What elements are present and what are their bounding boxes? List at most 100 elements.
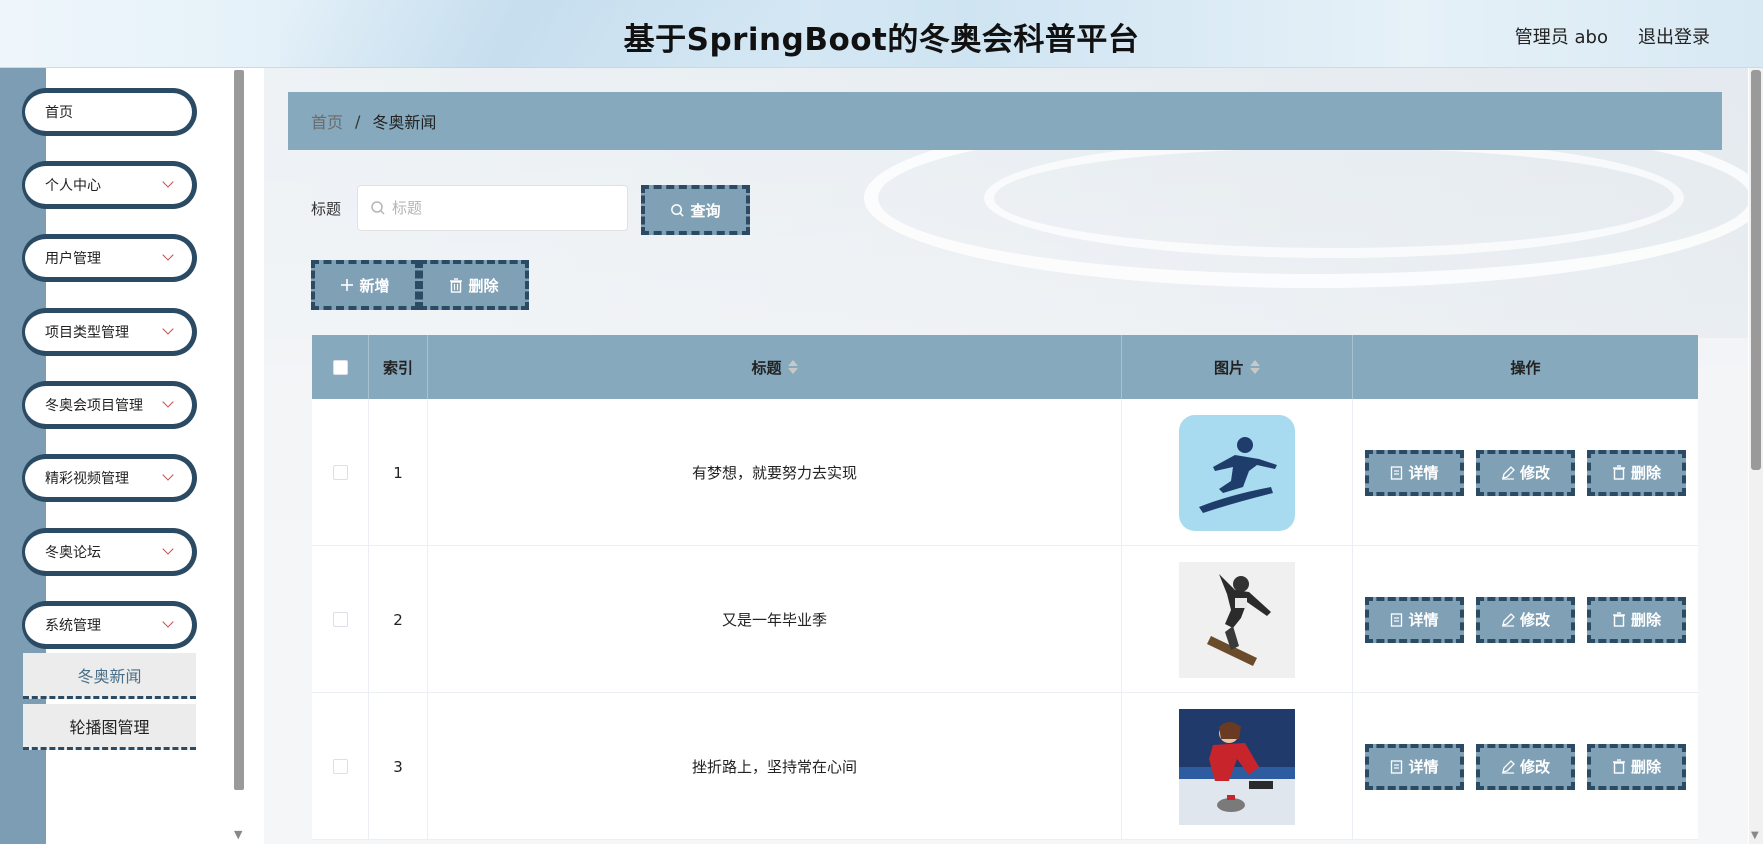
select-all-checkbox[interactable]	[332, 359, 348, 375]
snowboard-pictogram-image	[1179, 414, 1295, 531]
detail-label: 详情	[1408, 464, 1439, 482]
edit-button[interactable]: 修改	[1476, 743, 1575, 790]
breadcrumb-current: 冬奥新闻	[372, 113, 437, 132]
pencil-icon	[1501, 759, 1515, 774]
sort-icon[interactable]	[1250, 359, 1260, 375]
column-title[interactable]: 标题	[428, 335, 1122, 399]
breadcrumb: 首页 / 冬奥新闻	[288, 92, 1722, 150]
search-input[interactable]	[392, 199, 612, 217]
chevron-down-icon	[162, 323, 174, 335]
bulk-delete-button[interactable]: 删除	[419, 260, 529, 310]
row-select-cell	[312, 546, 369, 693]
row-index: 2	[369, 546, 428, 693]
plus-icon	[341, 279, 354, 291]
sidebar-item-system[interactable]: 系统管理	[22, 601, 197, 649]
sidebar-item-forum[interactable]: 冬奥论坛	[22, 528, 197, 576]
edit-label: 修改	[1519, 758, 1550, 776]
row-index: 3	[369, 693, 428, 840]
search-icon	[671, 203, 685, 217]
chevron-down-icon	[162, 616, 174, 628]
table-header: 索引 标题 图片 操作	[312, 335, 1698, 399]
sidebar-item-label: 项目类型管理	[45, 325, 129, 341]
column-image[interactable]: 图片	[1122, 335, 1353, 399]
row-image-cell	[1122, 546, 1353, 693]
sidebar-item-label: 首页	[45, 105, 73, 121]
search-field[interactable]	[357, 185, 628, 231]
search-icon	[371, 201, 385, 215]
search-button-label: 查询	[690, 201, 721, 220]
sidebar-item-olympic-project[interactable]: 冬奥会项目管理	[22, 381, 197, 429]
app-title: 基于SpringBoot的冬奥会科普平台	[623, 22, 1140, 58]
sidebar-scrollbar[interactable]	[234, 70, 244, 790]
row-image-cell	[1122, 693, 1353, 840]
table-row: 2 又是一年毕业季 详情 修改 删除	[312, 546, 1698, 693]
snowboarder-photo-image	[1179, 561, 1295, 678]
row-select-cell	[312, 693, 369, 840]
trash-icon	[450, 277, 463, 293]
top-header: 基于SpringBoot的冬奥会科普平台 管理员 abo 退出登录	[0, 0, 1763, 68]
column-index: 索引	[369, 335, 428, 399]
delete-button[interactable]: 删除	[1587, 449, 1686, 496]
column-select-all	[312, 335, 369, 399]
search-button[interactable]: 查询	[641, 185, 750, 235]
sidebar-item-label: 冬奥论坛	[45, 545, 101, 561]
column-actions: 操作	[1353, 335, 1698, 399]
document-icon	[1391, 612, 1403, 627]
row-checkbox[interactable]	[332, 759, 348, 774]
row-select-cell	[312, 399, 369, 546]
sidebar-item-video[interactable]: 精彩视频管理	[22, 454, 197, 502]
delete-label: 删除	[1630, 464, 1661, 482]
column-header-label: 索引	[382, 358, 413, 377]
detail-button[interactable]: 详情	[1365, 449, 1464, 496]
trash-icon	[1612, 759, 1625, 774]
chevron-down-icon	[162, 543, 174, 555]
sidebar-item-label: 个人中心	[45, 178, 101, 194]
trash-icon	[1612, 612, 1625, 627]
column-header-label: 操作	[1510, 358, 1541, 377]
sidebar-item-project-type[interactable]: 项目类型管理	[22, 308, 197, 356]
row-index: 1	[369, 399, 428, 546]
table-row: 3 挫折路上，坚持常在心间 详情 修改 删除	[312, 693, 1698, 840]
row-title: 又是一年毕业季	[428, 546, 1122, 693]
sidebar-item-home[interactable]: 首页	[22, 88, 197, 136]
delete-button[interactable]: 删除	[1587, 596, 1686, 643]
logout-button[interactable]: 退出登录	[1638, 23, 1710, 49]
submenu-item-carousel[interactable]: 轮播图管理	[23, 704, 196, 750]
pencil-icon	[1501, 612, 1515, 627]
add-button[interactable]: 新增	[311, 260, 419, 310]
add-button-label: 新增	[359, 276, 390, 295]
edit-button[interactable]: 修改	[1476, 596, 1575, 643]
row-checkbox[interactable]	[332, 465, 348, 480]
sidebar-item-label: 冬奥会项目管理	[45, 398, 143, 414]
submenu-item-olympic-news[interactable]: 冬奥新闻	[23, 653, 196, 699]
sidebar-item-personal-center[interactable]: 个人中心	[22, 161, 197, 209]
sidebar-item-label: 用户管理	[45, 251, 101, 267]
row-actions: 详情 修改 删除	[1353, 399, 1698, 546]
detail-label: 详情	[1408, 611, 1439, 629]
pencil-icon	[1501, 465, 1515, 480]
trash-icon	[1612, 465, 1625, 480]
edit-label: 修改	[1519, 464, 1550, 482]
sidebar-item-label: 精彩视频管理	[45, 471, 129, 487]
chevron-down-icon	[162, 176, 174, 188]
table-row: 1 有梦想，就要努力去实现 详情 修改 删除	[312, 399, 1698, 546]
sort-icon[interactable]	[787, 359, 798, 375]
sidebar-scroll-down-icon[interactable]: ▼	[234, 828, 242, 841]
row-checkbox[interactable]	[332, 612, 348, 627]
row-title: 有梦想，就要努力去实现	[428, 399, 1122, 546]
user-label: 管理员 abo	[1514, 27, 1608, 48]
delete-button[interactable]: 删除	[1587, 743, 1686, 790]
detail-button[interactable]: 详情	[1365, 596, 1464, 643]
background-decoration	[984, 138, 1684, 258]
search-label: 标题	[311, 200, 342, 218]
chevron-down-icon	[162, 396, 174, 408]
document-icon	[1391, 465, 1403, 480]
edit-button[interactable]: 修改	[1476, 449, 1575, 496]
scroll-down-icon[interactable]: ▼	[1751, 830, 1759, 841]
row-title: 挫折路上，坚持常在心间	[428, 693, 1122, 840]
detail-button[interactable]: 详情	[1365, 743, 1464, 790]
sidebar-item-user-management[interactable]: 用户管理	[22, 234, 197, 282]
breadcrumb-home[interactable]: 首页	[311, 109, 343, 133]
page-scrollbar-thumb[interactable]	[1751, 70, 1761, 470]
sidebar-item-label: 系统管理	[45, 618, 101, 634]
